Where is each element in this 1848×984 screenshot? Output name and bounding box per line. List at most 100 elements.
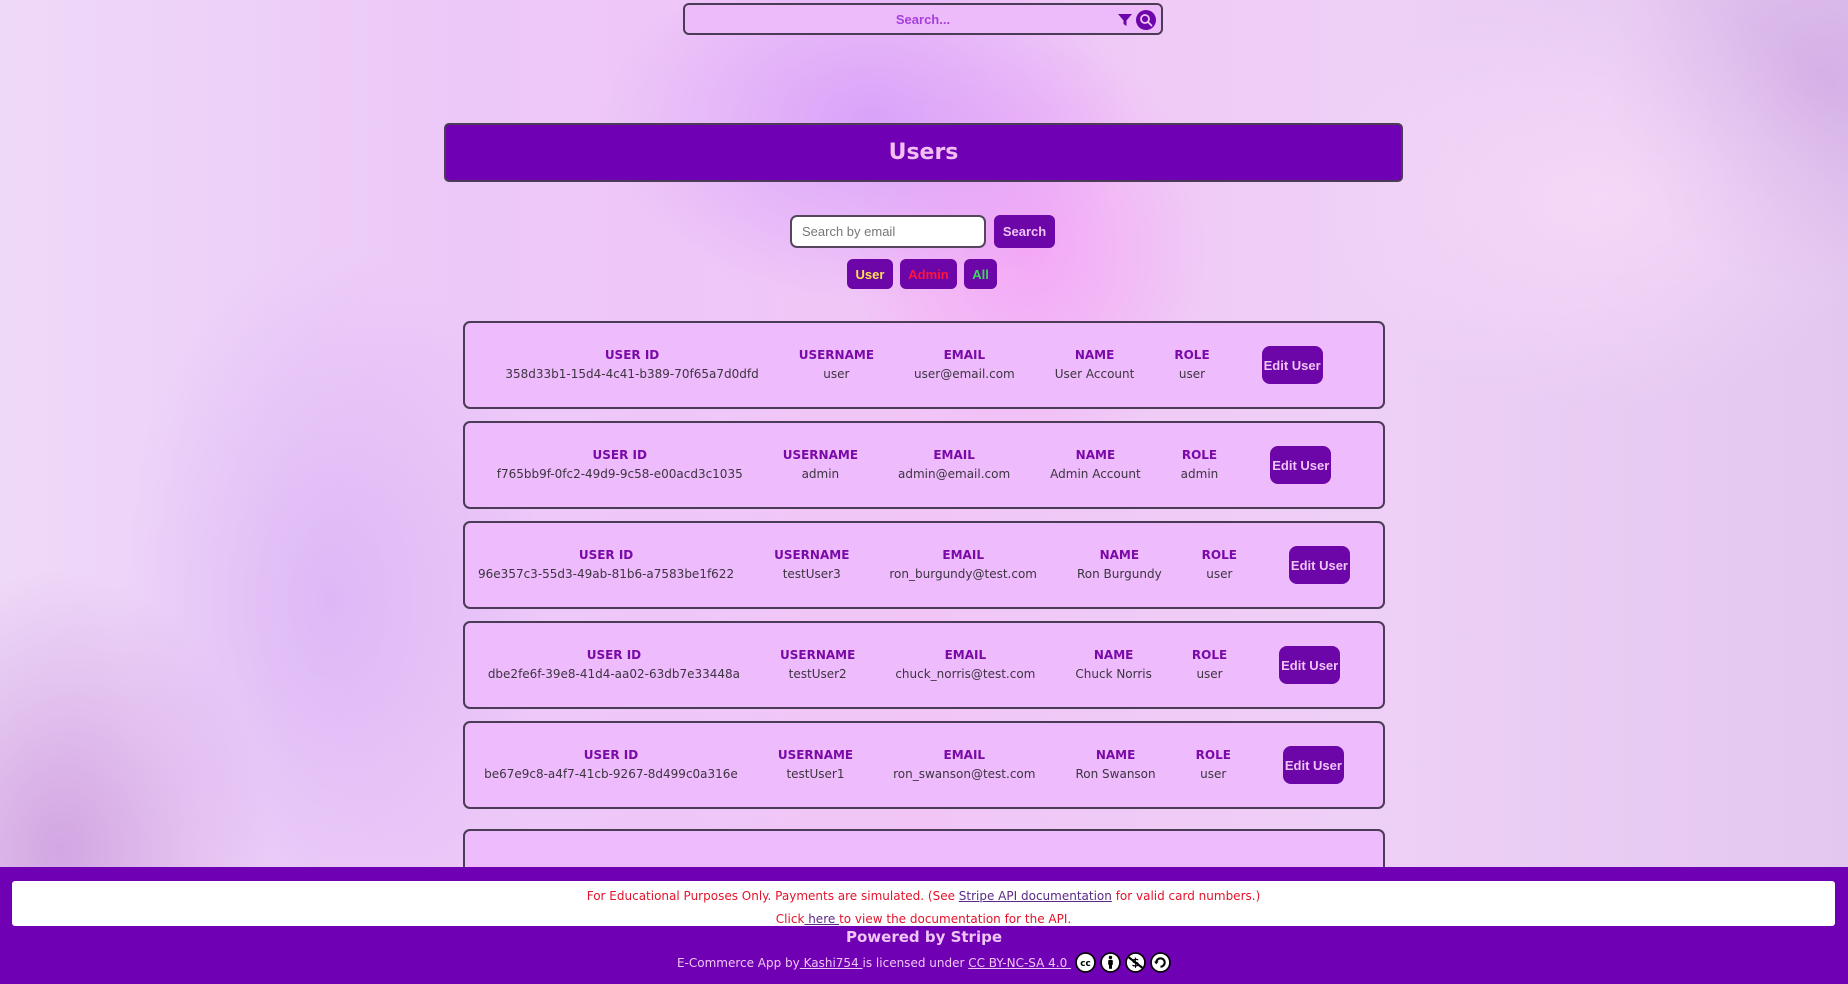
author-link[interactable]: Kashi754 (800, 956, 863, 970)
svg-text:cc: cc (1080, 959, 1091, 969)
global-search-button[interactable] (1136, 10, 1156, 30)
email-label: EMAIL (942, 548, 984, 562)
name-value: Admin Account (1050, 467, 1141, 481)
user-list: USER ID 358d33b1-15d4-4c41-b389-70f65a7d… (463, 321, 1385, 881)
username-value: user (823, 367, 850, 381)
name-label: NAME (1093, 648, 1134, 662)
user-id-value: f765bb9f-0fc2-49d9-9c58-e00acd3c1035 (496, 467, 743, 481)
notice-text-4: to view the documentation for the API. (839, 912, 1072, 926)
name-value: User Account (1054, 367, 1135, 381)
cc-icon: cc (1075, 952, 1096, 973)
name-field: NAME Ron Swanson (1075, 746, 1155, 784)
role-label: ROLE (1174, 348, 1210, 362)
username-field: USERNAME admin (783, 446, 858, 484)
notice-text-2: for valid card numbers.) (1111, 889, 1261, 903)
name-label: NAME (1099, 548, 1140, 562)
edit-user-button[interactable]: Edit User (1279, 646, 1341, 684)
name-label: NAME (1074, 348, 1115, 362)
email-label: EMAIL (943, 348, 986, 362)
role-value: user (1196, 667, 1223, 681)
edit-user-button[interactable]: Edit User (1270, 446, 1332, 484)
user-id-field: USER ID f765bb9f-0fc2-49d9-9c58-e00acd3c… (497, 446, 743, 484)
name-value: Ron Burgundy (1077, 567, 1162, 581)
username-label: USERNAME (798, 348, 875, 362)
username-field: USERNAME testUser2 (780, 646, 855, 684)
role-label: ROLE (1195, 748, 1231, 762)
filter-admin-button[interactable]: Admin (900, 259, 957, 289)
role-label: ROLE (1201, 548, 1237, 562)
filter-user-button[interactable]: User (847, 259, 893, 289)
user-card: USER ID f765bb9f-0fc2-49d9-9c58-e00acd3c… (463, 421, 1385, 509)
name-label: NAME (1095, 748, 1136, 762)
filter-all-button[interactable]: All (964, 259, 997, 289)
user-id-value: 358d33b1-15d4-4c41-b389-70f65a7d0dfd (505, 367, 759, 381)
edit-user-button[interactable]: Edit User (1261, 346, 1323, 384)
global-search-placeholder[interactable]: Search... (896, 12, 950, 27)
role-filters: User Admin All (847, 259, 997, 289)
email-search-input[interactable] (790, 215, 986, 248)
search-icon (1140, 14, 1153, 27)
edit-user-button[interactable]: Edit User (1288, 546, 1350, 584)
email-value: ron_burgundy@test.com (889, 567, 1037, 581)
api-docs-link[interactable]: here (804, 912, 839, 926)
username-label: USERNAME (780, 648, 856, 662)
stripe-docs-link[interactable]: Stripe API documentation (959, 889, 1112, 903)
name-value: Chuck Norris (1075, 667, 1152, 681)
page-header: Users (444, 123, 1403, 182)
email-field: EMAIL ron_burgundy@test.com (889, 546, 1037, 584)
user-id-label: USER ID (586, 648, 642, 662)
email-field: EMAIL chuck_norris@test.com (895, 646, 1035, 684)
name-field: NAME Ron Burgundy (1077, 546, 1162, 584)
role-field: ROLE user (1196, 746, 1231, 784)
role-value: user (1200, 767, 1227, 781)
nc-icon: $ (1125, 952, 1146, 973)
user-id-field: USER ID 358d33b1-15d4-4c41-b389-70f65a7d… (505, 346, 758, 384)
username-field: USERNAME testUser3 (774, 546, 849, 584)
email-value: chuck_norris@test.com (895, 667, 1036, 681)
user-id-value: be67e9c8-a4f7-41cb-9267-8d499c0a316e (484, 767, 738, 781)
license-text-2: is licensed under (862, 955, 969, 970)
email-label: EMAIL (944, 648, 987, 662)
username-field: USERNAME user (799, 346, 874, 384)
role-value: user (1206, 567, 1233, 581)
role-field: ROLE user (1202, 546, 1237, 584)
footer: For Educational Purposes Only. Payments … (0, 867, 1848, 984)
email-value: ron_swanson@test.com (893, 767, 1036, 781)
cc-icons: cc $ (1075, 952, 1171, 973)
role-value: admin (1180, 467, 1219, 481)
role-field: ROLE admin (1181, 446, 1219, 484)
global-search-bar[interactable]: Search... (683, 3, 1163, 35)
username-value: testUser3 (782, 567, 841, 581)
username-value: admin (801, 467, 840, 481)
user-card: USER ID dbe2fe6f-39e8-41d4-aa02-63db7e33… (463, 621, 1385, 709)
page-title: Users (888, 140, 959, 165)
edit-user-button[interactable]: Edit User (1282, 746, 1344, 784)
email-field: EMAIL ron_swanson@test.com (893, 746, 1035, 784)
filter-icon[interactable] (1118, 14, 1132, 26)
license-text-1: E-Commerce App by (676, 955, 800, 970)
user-id-label: USER ID (604, 348, 660, 362)
email-search-button[interactable]: Search (994, 215, 1055, 248)
name-field: NAME Admin Account (1050, 446, 1141, 484)
name-field: NAME Chuck Norris (1075, 646, 1152, 684)
email-field: EMAIL admin@email.com (898, 446, 1010, 484)
email-value: user@email.com (914, 367, 1015, 381)
sa-icon (1150, 952, 1171, 973)
role-label: ROLE (1191, 648, 1228, 662)
role-label: ROLE (1181, 448, 1218, 462)
powered-by-stripe: Powered by Stripe (845, 928, 1003, 946)
email-field: EMAIL user@email.com (914, 346, 1015, 384)
user-id-label: USER ID (578, 548, 634, 562)
role-value: user (1178, 367, 1206, 381)
notice-text-1: For Educational Purposes Only. Payments … (586, 889, 959, 903)
user-card: USER ID be67e9c8-a4f7-41cb-9267-8d499c0a… (463, 721, 1385, 809)
license-link[interactable]: CC BY-NC-SA 4.0 (968, 956, 1071, 970)
email-label: EMAIL (943, 748, 986, 762)
email-search-form: Search (790, 215, 1055, 248)
role-field: ROLE user (1174, 346, 1209, 384)
username-label: USERNAME (782, 448, 859, 462)
user-card: USER ID 96e357c3-55d3-49ab-81b6-a7583be1… (463, 521, 1385, 609)
user-id-value: dbe2fe6f-39e8-41d4-aa02-63db7e33448a (487, 667, 741, 681)
username-field: USERNAME testUser1 (778, 746, 853, 784)
user-id-label: USER ID (592, 448, 647, 462)
